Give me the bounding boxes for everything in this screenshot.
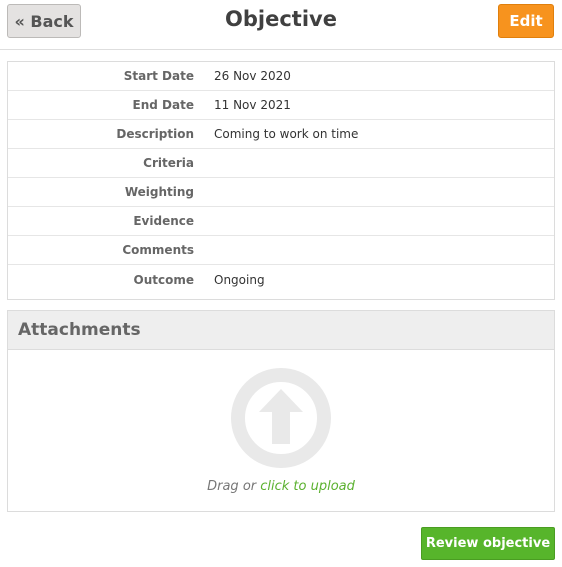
detail-value: 11 Nov 2021 xyxy=(214,98,291,112)
detail-row-description: Description Coming to work on time xyxy=(8,120,554,149)
top-bar: « Back Objective Edit xyxy=(0,0,562,50)
detail-value: Ongoing xyxy=(214,272,265,287)
detail-row-evidence: Evidence xyxy=(8,207,554,236)
detail-label: End Date xyxy=(132,98,194,112)
detail-label: Description xyxy=(116,127,194,141)
review-objective-button[interactable]: Review objective xyxy=(421,527,555,560)
detail-value: 26 Nov 2020 xyxy=(214,69,291,83)
detail-label: Evidence xyxy=(133,214,194,228)
detail-row-comments: Comments xyxy=(8,236,554,265)
detail-row-criteria: Criteria xyxy=(8,149,554,178)
detail-row-weighting: Weighting xyxy=(8,178,554,207)
attachments-panel: Attachments Drag or click to upload xyxy=(7,310,555,512)
detail-row-outcome: Outcome Ongoing xyxy=(8,265,554,294)
detail-label: Start Date xyxy=(123,69,194,83)
edit-button[interactable]: Edit xyxy=(498,4,554,38)
detail-label: Criteria xyxy=(143,156,194,170)
upload-hint: Drag or click to upload xyxy=(8,479,554,494)
detail-value: Coming to work on time xyxy=(214,127,359,141)
attachments-title: Attachments xyxy=(8,311,554,350)
click-to-upload-link[interactable]: click to upload xyxy=(260,479,355,494)
page-title: Objective xyxy=(225,7,337,31)
detail-row-start-date: Start Date 26 Nov 2020 xyxy=(8,62,554,91)
detail-label: Weighting xyxy=(124,185,194,199)
upload-arrow-icon[interactable] xyxy=(231,368,331,468)
detail-label: Comments xyxy=(122,243,194,257)
drag-text: Drag or xyxy=(207,479,261,494)
detail-label: Outcome xyxy=(133,272,194,287)
detail-row-end-date: End Date 11 Nov 2021 xyxy=(8,91,554,120)
objective-details-table: Start Date 26 Nov 2020 End Date 11 Nov 2… xyxy=(7,61,555,300)
